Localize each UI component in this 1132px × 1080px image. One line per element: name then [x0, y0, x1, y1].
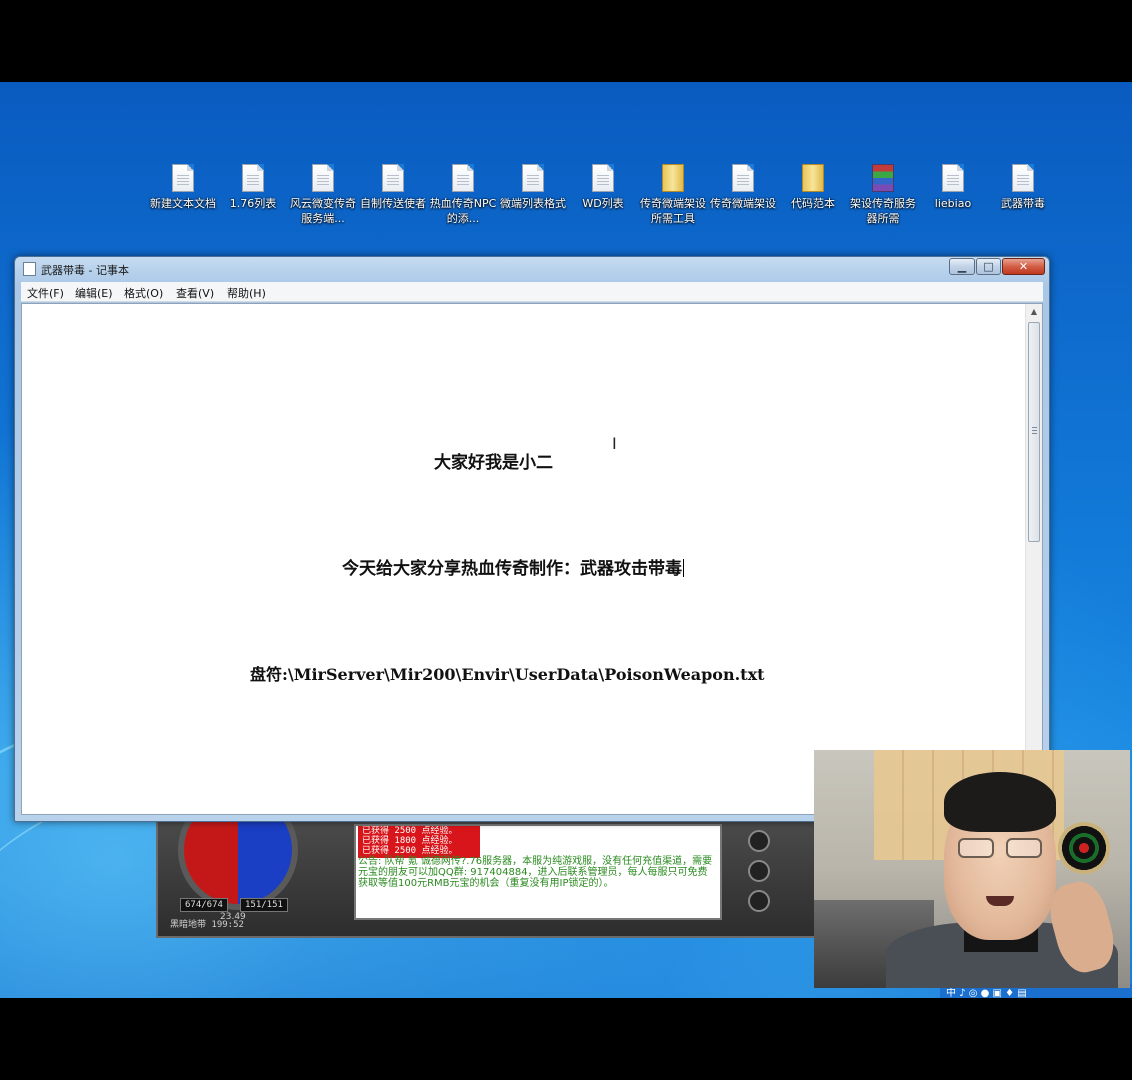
scroll-up-icon[interactable]: ▲ [1026, 304, 1042, 320]
menu-file[interactable]: 文件(F) [27, 285, 64, 301]
desktop-icon-1-76-list[interactable]: 1.76列表 [218, 164, 288, 211]
window-title: 武器带毒 - 记事本 [41, 264, 129, 277]
hp-readout: 674/674 [180, 898, 228, 912]
grip-icon [1032, 427, 1037, 434]
speed-readout: 23.49 [220, 912, 246, 922]
text-file-icon [522, 164, 544, 192]
game-window[interactable]: 674/674 151/151 黑暗地带 199:52 已获得 2500 点经验… [156, 818, 816, 938]
desktop-icon-tools-folder[interactable]: 传奇微端架设所需工具 [638, 164, 708, 226]
side-controls [728, 826, 808, 930]
folder-icon [802, 164, 824, 192]
exp-messages: 已获得 2500 点经验。 已获得 1800 点经验。 已获得 2500 点经验… [358, 826, 480, 858]
desktop-icon-wd-list[interactable]: WD列表 [568, 164, 638, 211]
desktop-icon-weapon-poison[interactable]: 武器带毒 [988, 164, 1058, 211]
exp-message: 已获得 2500 点经验。 [362, 826, 458, 836]
desktop-icon-liebiao[interactable]: liebiao [918, 164, 988, 211]
notepad-icon [23, 262, 36, 276]
menu-format[interactable]: 格式(O) [124, 285, 163, 301]
presenter-hair [944, 772, 1056, 832]
desktop-icon-label: 传奇微端架设所需工具 [640, 197, 706, 225]
text-file-icon [382, 164, 404, 192]
desktop-icon-label: 自制传送使者 [360, 197, 426, 210]
desktop-icon-label: 1.76列表 [229, 197, 277, 210]
desktop-icon-label: 架设传奇服务器所需 [850, 197, 916, 225]
text-editor[interactable]: 大家好我是小二 I 今天给大家分享热血传奇制作：武器攻击带毒 盘符:\MirSe… [21, 303, 1043, 815]
menu-view[interactable]: 查看(V) [176, 285, 214, 301]
menu-edit[interactable]: 编辑(E) [75, 285, 113, 301]
control-knob[interactable] [748, 860, 770, 882]
scroll-thumb[interactable] [1028, 322, 1040, 542]
minimize-button[interactable]: ▁ [949, 258, 975, 275]
chat-box[interactable]: 已获得 2500 点经验。 已获得 1800 点经验。 已获得 2500 点经验… [354, 824, 722, 920]
text-line: 大家好我是小二 [434, 453, 553, 473]
exp-message: 已获得 2500 点经验。 [362, 846, 458, 856]
text-line: 盘符:\MirServer\Mir200\Envir\UserData\Pois… [250, 665, 765, 684]
text-file-icon [732, 164, 754, 192]
desktop-icon-npc[interactable]: 热血传奇NPC的添... [428, 164, 498, 226]
desktop-icon-label: 新建文本文档 [150, 197, 216, 210]
text-file-icon [592, 164, 614, 192]
menu-bar: 文件(F) 编辑(E) 格式(O) 查看(V) 帮助(H) [21, 282, 1043, 302]
hp-mp-orb [178, 820, 298, 910]
desktop-icon-code-samples[interactable]: 代码范本 [778, 164, 848, 211]
desktop-icon-label: 热血传奇NPC的添... [429, 197, 497, 225]
text-file-icon [172, 164, 194, 192]
ibeam-cursor-icon: I [612, 434, 617, 453]
notepad-window[interactable]: 武器带毒 - 记事本 ▁ □ ✕ 文件(F) 编辑(E) 格式(O) 查看(V)… [14, 256, 1050, 822]
text-line-content: 今天给大家分享热血传奇制作：武器攻击带毒 [342, 559, 682, 579]
control-knob[interactable] [748, 830, 770, 852]
desktop-icon-label: 微端列表格式 [500, 197, 566, 210]
text-line: 今天给大家分享热血传奇制作：武器攻击带毒 [342, 554, 684, 579]
control-knob[interactable] [748, 890, 770, 912]
webcam-overlay [814, 750, 1130, 988]
desktop-icon-label: WD列表 [582, 197, 624, 210]
text-file-icon [942, 164, 964, 192]
desktop-icon-server-archive[interactable]: 架设传奇服务器所需 [848, 164, 918, 226]
presenter [886, 772, 1121, 988]
mp-readout: 151/151 [240, 898, 288, 912]
letterbox-bottom [0, 998, 1132, 1080]
desktop-icon-label: 武器带毒 [1001, 197, 1045, 210]
desktop-icon-label: 风云微变传奇服务端... [290, 197, 356, 225]
server-notice: 公告: 队帮 氪 诚德网传?.76服务器，本服为纯游戏服，没有任何充值渠道，需要… [358, 856, 713, 889]
presenter-glasses [958, 838, 1044, 858]
text-caret [683, 559, 684, 577]
notepad-titlebar[interactable]: 武器带毒 - 记事本 ▁ □ ✕ [15, 257, 1049, 281]
text-file-icon [242, 164, 264, 192]
text-file-icon [452, 164, 474, 192]
text-file-icon [1012, 164, 1034, 192]
exp-message: 已获得 1800 点经验。 [362, 836, 458, 846]
desktop-icon-label: 代码范本 [791, 197, 835, 210]
folder-icon [662, 164, 684, 192]
letterbox-top [0, 0, 1132, 82]
desktop-icon-fengyun[interactable]: 风云微变传奇服务端... [288, 164, 358, 226]
vertical-scrollbar[interactable]: ▲ [1025, 304, 1042, 814]
desktop-icon-label: 传奇微端架设 [710, 197, 776, 210]
text-file-icon [312, 164, 334, 192]
close-button[interactable]: ✕ [1002, 258, 1045, 275]
desktop-icon-label: liebiao [934, 197, 972, 210]
desktop-icon-teleporter[interactable]: 自制传送使者 [358, 164, 428, 211]
archive-icon [872, 164, 894, 192]
desktop-icon-new-text-doc[interactable]: 新建文本文档 [148, 164, 218, 211]
desktop-icon-microclient-format[interactable]: 微端列表格式 [498, 164, 568, 211]
desktop-icon-microclient-setup[interactable]: 传奇微端架设 [708, 164, 778, 211]
menu-help[interactable]: 帮助(H) [227, 285, 266, 301]
maximize-button[interactable]: □ [976, 258, 1001, 275]
